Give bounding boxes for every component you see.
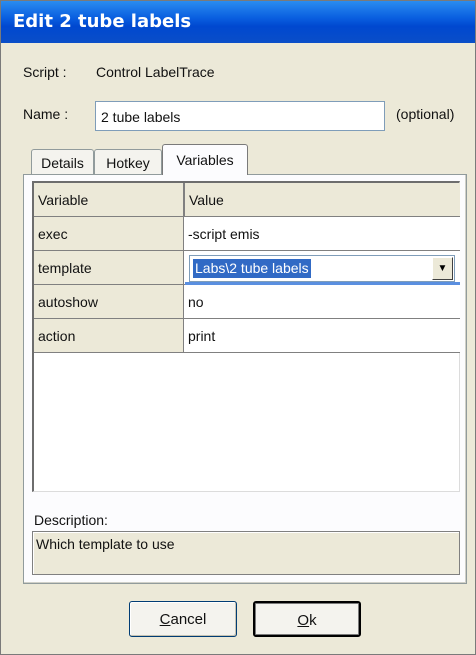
window-title: Edit 2 tube labels [13, 11, 192, 32]
variable-cell: autoshow [34, 285, 184, 319]
variable-cell: exec [34, 217, 184, 251]
description-label: Description: [34, 512, 108, 528]
value-cell[interactable]: -script emis [184, 217, 460, 251]
tab-variables[interactable]: Variables [162, 144, 248, 175]
description-box: Which template to use [32, 531, 460, 575]
script-value: Control LabelTrace [96, 64, 215, 80]
value-cell[interactable]: print [184, 319, 460, 353]
name-field[interactable]: 2 tube labels [95, 101, 385, 131]
variables-grid: Variable Value exec -script emis templat… [32, 181, 460, 492]
description-text: Which template to use [36, 536, 175, 552]
ok-button[interactable]: Ok [253, 601, 361, 637]
grid-header-row: Variable Value [34, 183, 460, 217]
table-row[interactable]: autoshow no [34, 285, 460, 319]
script-label: Script : [23, 64, 67, 80]
chevron-down-icon[interactable]: ▼ [432, 257, 453, 280]
name-label: Name : [23, 106, 69, 122]
cancel-label: ancel [170, 611, 207, 628]
tab-hotkey[interactable]: Hotkey [94, 149, 162, 175]
template-combobox-value: Labs\2 tube labels [193, 259, 311, 278]
cancel-button[interactable]: Cancel [129, 601, 237, 637]
edit-dialog: Edit 2 tube labels Script : Control Labe… [0, 0, 476, 655]
template-combobox[interactable]: Labs\2 tube labels ▼ [189, 255, 455, 282]
title-bar: Edit 2 tube labels [1, 1, 475, 43]
name-field-value: 2 tube labels [101, 109, 181, 125]
tab-variables-label: Variables [176, 152, 234, 168]
tab-details[interactable]: Details [31, 149, 94, 175]
value-cell[interactable]: no [184, 285, 460, 319]
optional-hint: (optional) [396, 106, 455, 122]
table-row[interactable]: exec -script emis [34, 217, 460, 251]
header-variable[interactable]: Variable [34, 183, 184, 217]
header-value[interactable]: Value [184, 183, 460, 217]
ok-label: k [309, 612, 317, 629]
variable-cell: action [34, 319, 184, 353]
table-row[interactable]: action print [34, 319, 460, 353]
cancel-accel: C [159, 611, 171, 628]
tab-hotkey-label: Hotkey [106, 155, 150, 171]
variable-cell: template [34, 251, 184, 285]
ok-accel: O [297, 612, 310, 629]
tab-details-label: Details [41, 155, 84, 171]
table-row[interactable]: template Labs\2 tube labels ▼ [34, 251, 460, 285]
